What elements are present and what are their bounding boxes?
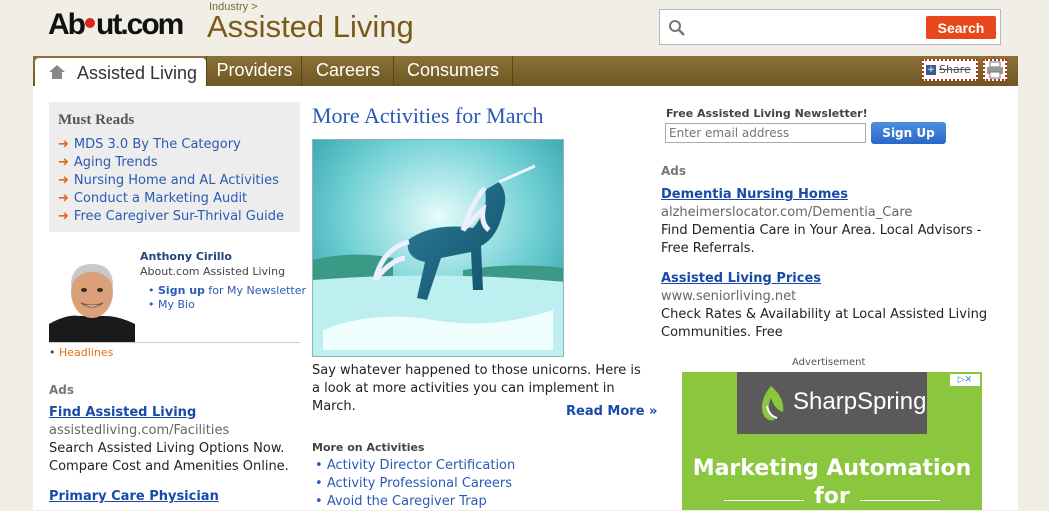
- banner-subline: for: [814, 484, 850, 509]
- ad-url[interactable]: assistedliving.com/Facilities: [49, 423, 229, 438]
- share-label: Share: [939, 63, 971, 76]
- must-read-item[interactable]: ➜ MDS 3.0 By The Category: [58, 136, 284, 154]
- must-read-item[interactable]: ➜ Nursing Home and AL Activities: [58, 172, 284, 190]
- ad-banner[interactable]: SharpSpring ▷✕ Marketing Automation for: [682, 372, 982, 510]
- ad-url[interactable]: alzheimerslocator.com/Dementia_Care: [661, 205, 912, 220]
- tab-home[interactable]: Assisted Living: [35, 58, 206, 86]
- ad-title[interactable]: Dementia Nursing Homes: [661, 187, 848, 202]
- article-image[interactable]: [312, 139, 564, 357]
- home-icon: [49, 65, 65, 79]
- right-ads-label: Ads: [661, 164, 687, 178]
- must-reads-heading: Must Reads: [58, 112, 135, 128]
- share-button[interactable]: + Share: [922, 59, 978, 81]
- author-site: About.com Assisted Living: [140, 265, 286, 278]
- left-ads-label: Ads: [49, 383, 75, 397]
- headlines-link[interactable]: • Headlines: [49, 346, 113, 359]
- ad-description: Find Dementia Care in Your Area. Local A…: [661, 223, 982, 256]
- arrow-right-icon: ➜: [58, 191, 69, 206]
- search-input[interactable]: [690, 16, 924, 40]
- main-nav: Assisted Living Providers Careers Consum…: [33, 56, 1018, 86]
- about-logo[interactable]: Ab ut.com: [48, 8, 184, 42]
- newsletter-heading: Free Assisted Living Newsletter!: [666, 107, 868, 120]
- ad-title[interactable]: Assisted Living Prices: [661, 271, 821, 286]
- ad-url[interactable]: www.seniorliving.net: [661, 289, 796, 304]
- tab-careers[interactable]: Careers: [301, 56, 394, 86]
- arrow-right-icon: ➜: [58, 155, 69, 170]
- ad-title[interactable]: Primary Care Physician: [49, 489, 219, 504]
- search-icon: [669, 20, 685, 36]
- read-more-link[interactable]: Read More »: [566, 404, 657, 419]
- ad-description: Check Rates & Availability at Local Assi…: [661, 307, 988, 340]
- tab-consumers[interactable]: Consumers: [393, 56, 513, 86]
- must-reads-list: ➜ MDS 3.0 By The Category ➜ Aging Trends ➜…: [58, 136, 284, 226]
- printer-icon: [987, 61, 1003, 79]
- search-button[interactable]: Search: [926, 16, 996, 39]
- content-area: Must Reads ➜ MDS 3.0 By The Category ➜ Agi…: [33, 86, 1018, 510]
- advertisement-label: Advertisement: [792, 357, 866, 368]
- bio-link[interactable]: My Bio: [148, 298, 306, 312]
- sign-up-button[interactable]: Sign Up: [871, 122, 946, 144]
- email-field[interactable]: [665, 123, 866, 143]
- site-header: Ab ut.com Industry > Assisted Living Sear…: [0, 0, 1049, 56]
- must-read-item[interactable]: ➜ Aging Trends: [58, 154, 284, 172]
- flame-logo-icon: [762, 386, 784, 421]
- must-read-item[interactable]: ➜ Free Caregiver Sur-Thrival Guide: [58, 208, 284, 226]
- plus-icon: +: [926, 65, 936, 75]
- more-activities-list: Activity Director Certification Activity…: [315, 457, 515, 511]
- list-item[interactable]: Avoid the Caregiver Trap: [315, 493, 515, 511]
- banner-logo-area: SharpSpring: [737, 372, 927, 434]
- site-title[interactable]: Assisted Living: [207, 9, 414, 45]
- banner-headline: Marketing Automation: [692, 456, 972, 481]
- author-avatar[interactable]: [49, 258, 135, 342]
- must-read-item[interactable]: ➜ Conduct a Marketing Audit: [58, 190, 284, 208]
- banner-brand: SharpSpring: [793, 388, 927, 415]
- arrow-right-icon: ➜: [58, 209, 69, 224]
- must-reads-box: Must Reads ➜ MDS 3.0 By The Category ➜ Agi…: [49, 102, 300, 232]
- tab-home-label: Assisted Living: [77, 63, 198, 83]
- newsletter-signup-link[interactable]: Sign up for My Newsletter: [148, 284, 306, 298]
- print-button[interactable]: [983, 59, 1007, 81]
- adchoices-icon[interactable]: ▷✕: [950, 374, 980, 386]
- author-name[interactable]: Anthony Cirillo: [140, 250, 232, 263]
- arrow-right-icon: ➜: [58, 137, 69, 152]
- list-item[interactable]: Activity Professional Careers: [315, 475, 515, 493]
- divider: [49, 342, 300, 343]
- list-item[interactable]: Activity Director Certification: [315, 457, 515, 475]
- article-title[interactable]: More Activities for March: [312, 103, 544, 129]
- ad-description: Search Assisted Living Options Now. Comp…: [49, 441, 289, 474]
- author-links: Sign up for My Newsletter My Bio: [148, 284, 306, 312]
- more-on-activities-heading: More on Activities: [312, 441, 425, 454]
- ad-title[interactable]: Find Assisted Living: [49, 405, 196, 420]
- tab-providers[interactable]: Providers: [206, 56, 302, 86]
- search-box: Search: [659, 9, 1001, 45]
- arrow-right-icon: ➜: [58, 173, 69, 188]
